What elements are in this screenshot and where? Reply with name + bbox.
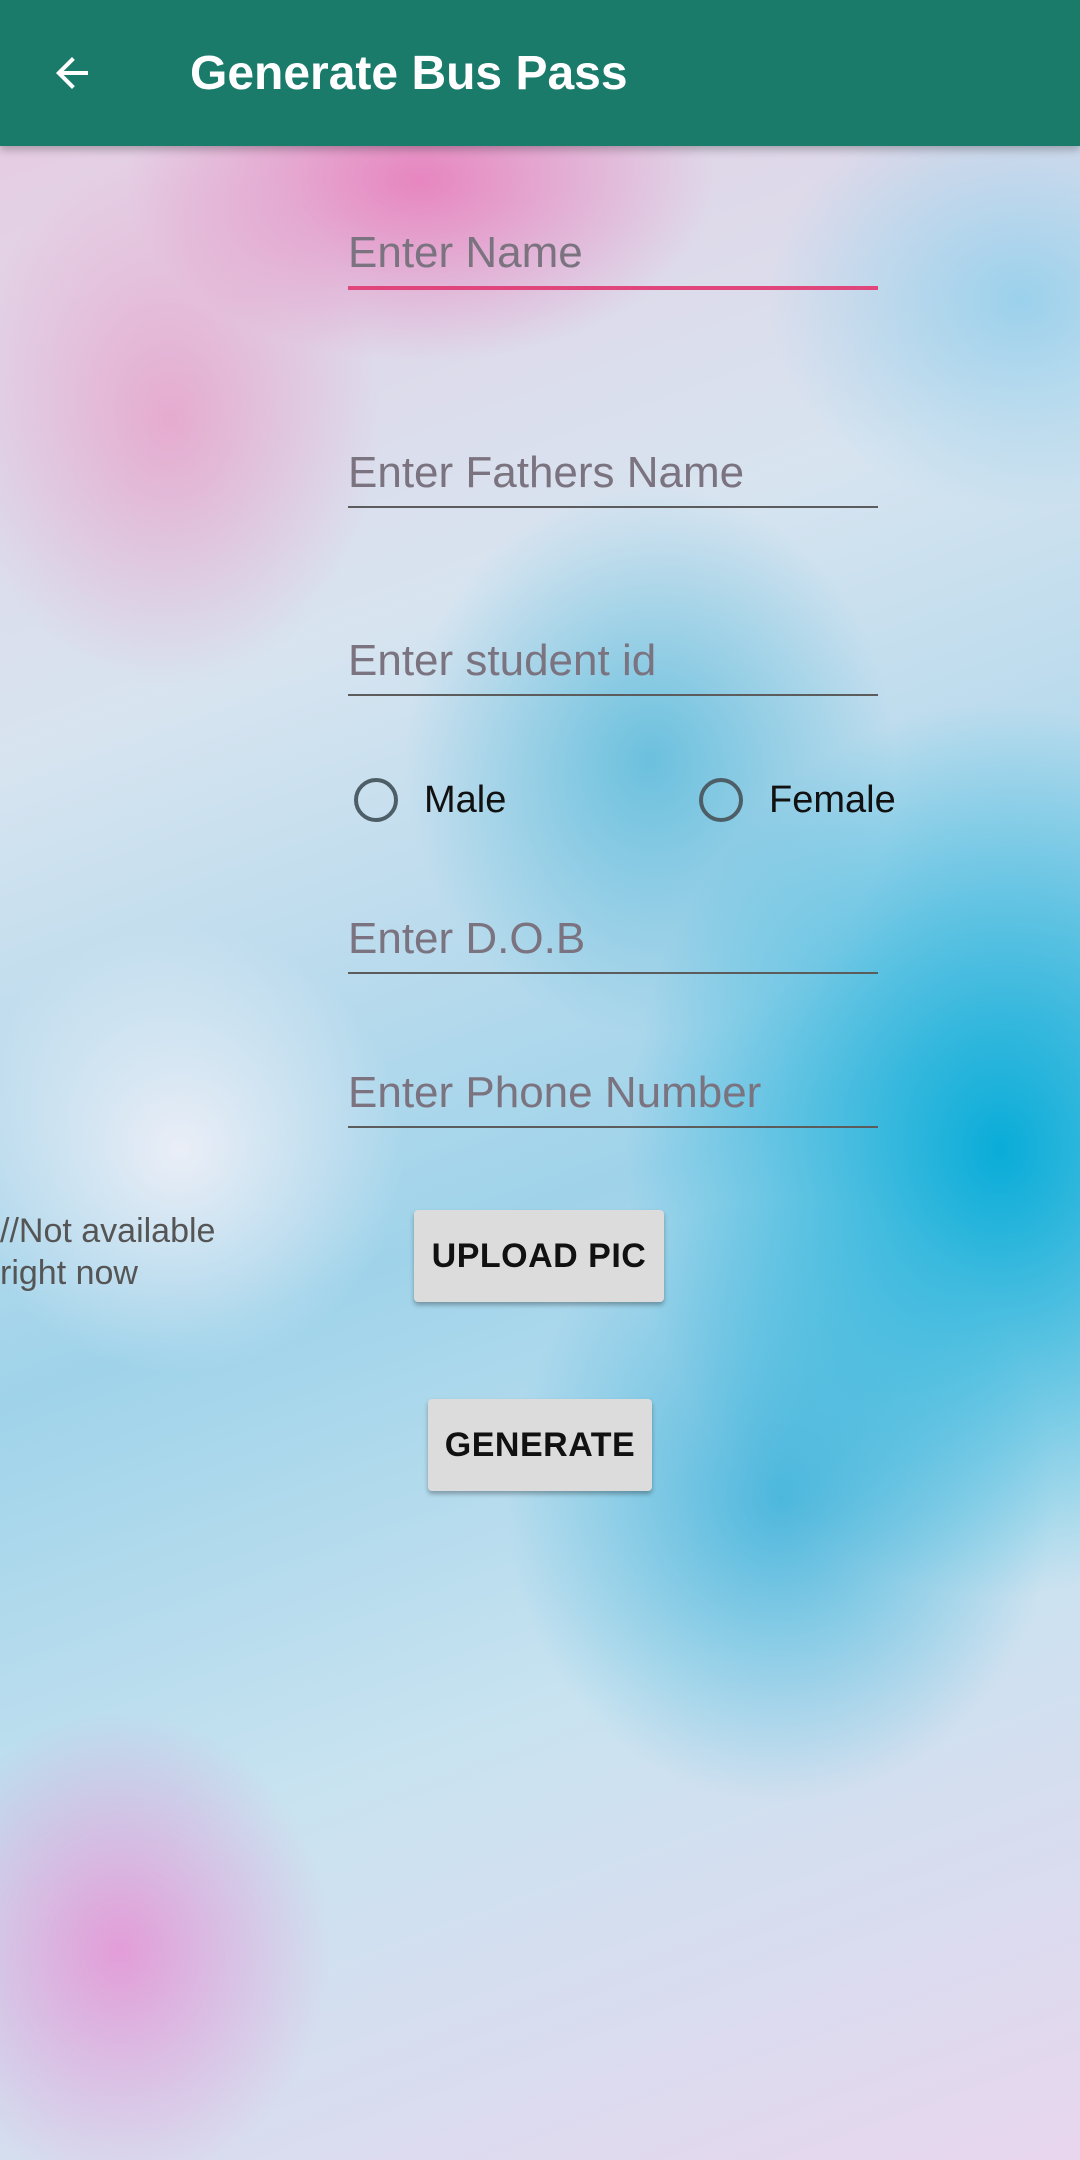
fathers-name-field[interactable] — [348, 436, 878, 508]
student-id-field[interactable] — [348, 624, 878, 696]
radio-female-circle[interactable] — [699, 778, 743, 822]
dob-field[interactable] — [348, 902, 878, 974]
radio-male-label: Male — [424, 778, 507, 821]
upload-pic-button[interactable]: UPLOAD PIC — [414, 1210, 664, 1302]
name-field[interactable] — [348, 216, 878, 290]
phone-field[interactable] — [348, 1056, 878, 1128]
radio-male[interactable]: Male — [354, 778, 506, 822]
name-input[interactable] — [348, 228, 878, 278]
dob-input[interactable] — [348, 914, 878, 964]
radio-male-circle[interactable] — [354, 778, 398, 822]
app-bar: Generate Bus Pass — [0, 0, 1080, 146]
arrow-back-icon — [56, 57, 88, 89]
page-title: Generate Bus Pass — [190, 47, 628, 100]
phone-input[interactable] — [348, 1068, 878, 1118]
radio-female-label: Female — [769, 778, 896, 821]
radio-female[interactable]: Female — [699, 778, 896, 822]
generate-button[interactable]: GENERATE — [428, 1399, 652, 1491]
student-id-input[interactable] — [348, 636, 878, 686]
not-available-note: //Not available right now — [0, 1212, 216, 1292]
fathers-name-input[interactable] — [348, 448, 878, 498]
back-button[interactable] — [32, 33, 112, 113]
